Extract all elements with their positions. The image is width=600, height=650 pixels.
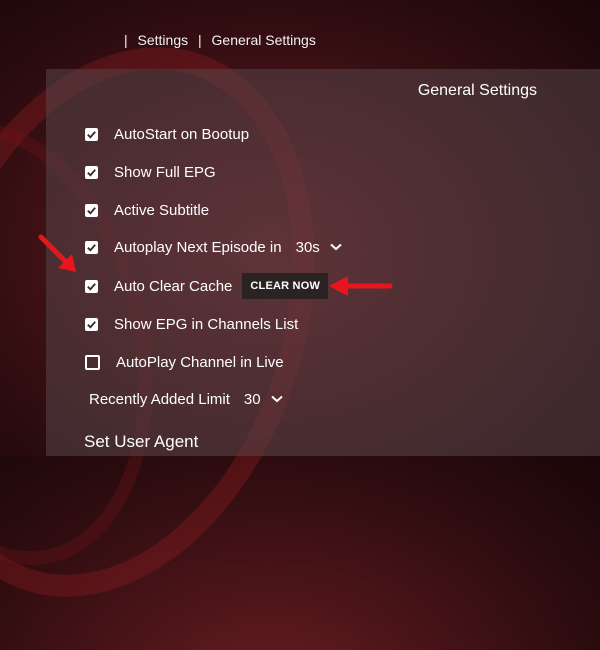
setting-autoplay-next-episode[interactable]: Autoplay Next Episode in 30s — [85, 236, 342, 258]
setting-recently-added-limit[interactable]: Recently Added Limit 30 — [89, 388, 283, 410]
autoplay-delay-dropdown[interactable]: 30s — [296, 239, 342, 256]
red-arrow-icon — [38, 234, 76, 272]
setting-label: AutoPlay Channel in Live — [116, 353, 284, 371]
chevron-down-icon — [330, 243, 342, 251]
checkmark-icon — [87, 243, 96, 252]
checkmark-icon — [87, 168, 96, 177]
checkmark-icon — [87, 282, 96, 291]
setting-label: AutoStart on Bootup — [114, 125, 250, 143]
setting-label: Auto Clear Cache — [114, 277, 233, 295]
dropdown-value: 30s — [295, 238, 320, 256]
breadcrumb: | Settings | General Settings — [124, 32, 322, 48]
checkbox-show-epg-in-channels[interactable] — [85, 317, 98, 331]
breadcrumb-separator: | — [124, 32, 128, 48]
clear-now-button[interactable]: CLEAR NOW — [242, 273, 329, 299]
set-user-agent-heading[interactable]: Set User Agent — [84, 432, 198, 452]
red-arrow-icon — [329, 276, 393, 296]
setting-label: Show EPG in Channels List — [114, 315, 299, 333]
breadcrumb-item-general-settings: General Settings — [211, 32, 316, 48]
breadcrumb-separator: | — [198, 32, 202, 48]
checkbox-autostart[interactable] — [85, 127, 98, 141]
checkbox-autoplay-channel-live[interactable] — [85, 354, 100, 370]
setting-label: Autoplay Next Episode in — [114, 238, 282, 256]
setting-auto-clear-cache[interactable]: Auto Clear Cache CLEAR NOW — [85, 273, 329, 299]
checkmark-icon — [87, 130, 96, 139]
checkmark-icon — [87, 320, 96, 329]
recently-added-limit-dropdown[interactable]: 30 — [244, 391, 283, 408]
setting-label: Show Full EPG — [114, 163, 216, 181]
checkbox-autoplay-next-episode[interactable] — [85, 240, 98, 254]
setting-label: Active Subtitle — [114, 201, 210, 219]
breadcrumb-item-settings[interactable]: Settings — [138, 32, 189, 48]
setting-autoplay-channel-in-live[interactable]: AutoPlay Channel in Live — [85, 351, 284, 373]
setting-autostart-on-bootup[interactable]: AutoStart on Bootup — [85, 123, 249, 145]
checkmark-icon — [87, 206, 96, 215]
chevron-down-icon — [270, 395, 283, 403]
setting-show-full-epg[interactable]: Show Full EPG — [85, 161, 216, 183]
checkbox-active-subtitle[interactable] — [85, 203, 98, 217]
setting-label: Recently Added Limit — [89, 390, 230, 408]
dropdown-value: 30 — [243, 390, 261, 408]
checkbox-show-full-epg[interactable] — [85, 165, 98, 179]
setting-active-subtitle[interactable]: Active Subtitle — [85, 199, 209, 221]
setting-show-epg-in-channels-list[interactable]: Show EPG in Channels List — [85, 313, 298, 335]
panel-title: General Settings — [417, 82, 537, 99]
checkbox-auto-clear-cache[interactable] — [85, 279, 98, 293]
